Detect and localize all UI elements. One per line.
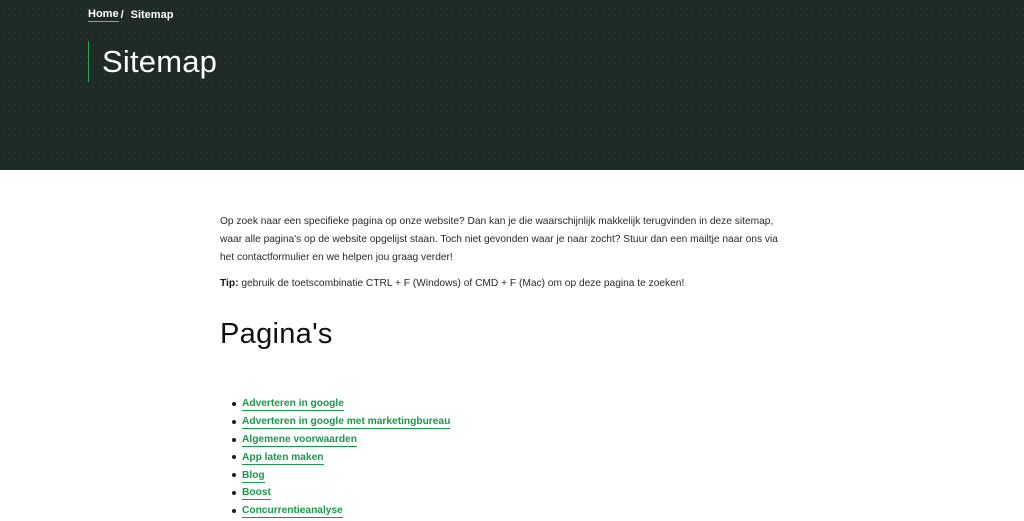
bullet-icon bbox=[232, 455, 236, 460]
list-item: Blog bbox=[232, 467, 450, 485]
bullet-icon bbox=[232, 419, 236, 424]
intro-section: Op zoek naar een specifieke pagina op on… bbox=[220, 213, 780, 293]
page-link[interactable]: Algemene voorwaarden bbox=[242, 434, 357, 447]
page-title-wrapper: Sitemap bbox=[88, 41, 217, 82]
page-link[interactable]: App laten maken bbox=[242, 452, 324, 465]
breadcrumb: Home / Sitemap bbox=[88, 8, 173, 22]
list-item: Boost bbox=[232, 485, 450, 503]
intro-paragraph: Op zoek naar een specifieke pagina op on… bbox=[220, 216, 778, 263]
breadcrumb-separator: / bbox=[120, 9, 124, 21]
page-link[interactable]: Adverteren in google met marketingbureau bbox=[242, 416, 451, 430]
breadcrumb-home-link[interactable]: Home bbox=[88, 8, 119, 22]
list-item: Adverteren in google bbox=[232, 396, 450, 414]
bullet-icon bbox=[232, 508, 236, 513]
page-header: Home / Sitemap Sitemap bbox=[0, 0, 1024, 170]
page-link[interactable]: Concurrentieanalyse bbox=[242, 505, 343, 519]
list-item: Adverteren in google met marketingbureau bbox=[232, 414, 451, 432]
pages-section-title: Pagina's bbox=[220, 318, 333, 350]
tip-paragraph: Tip: gebruik de toetscombinatie CTRL + F… bbox=[220, 275, 780, 293]
list-item: App laten maken bbox=[232, 449, 450, 467]
page-link[interactable]: Adverteren in google bbox=[242, 398, 344, 412]
page-link[interactable]: Blog bbox=[242, 470, 265, 483]
tip-text: gebruik de toetscombinatie CTRL + F (Win… bbox=[238, 278, 685, 289]
bullet-icon bbox=[232, 402, 236, 406]
bullet-icon bbox=[232, 473, 236, 478]
page-title: Sitemap bbox=[102, 43, 218, 79]
bullet-icon bbox=[232, 490, 236, 495]
list-item: Algemene voorwaarden bbox=[232, 432, 450, 450]
breadcrumb-current: Sitemap bbox=[130, 9, 174, 21]
tip-label: Tip: bbox=[220, 278, 239, 289]
bullet-icon bbox=[232, 437, 236, 442]
pages-list: Adverteren in google Adverteren in googl… bbox=[232, 396, 451, 521]
list-item: Concurrentieanalyse bbox=[232, 503, 450, 521]
page-link[interactable]: Boost bbox=[242, 487, 271, 501]
